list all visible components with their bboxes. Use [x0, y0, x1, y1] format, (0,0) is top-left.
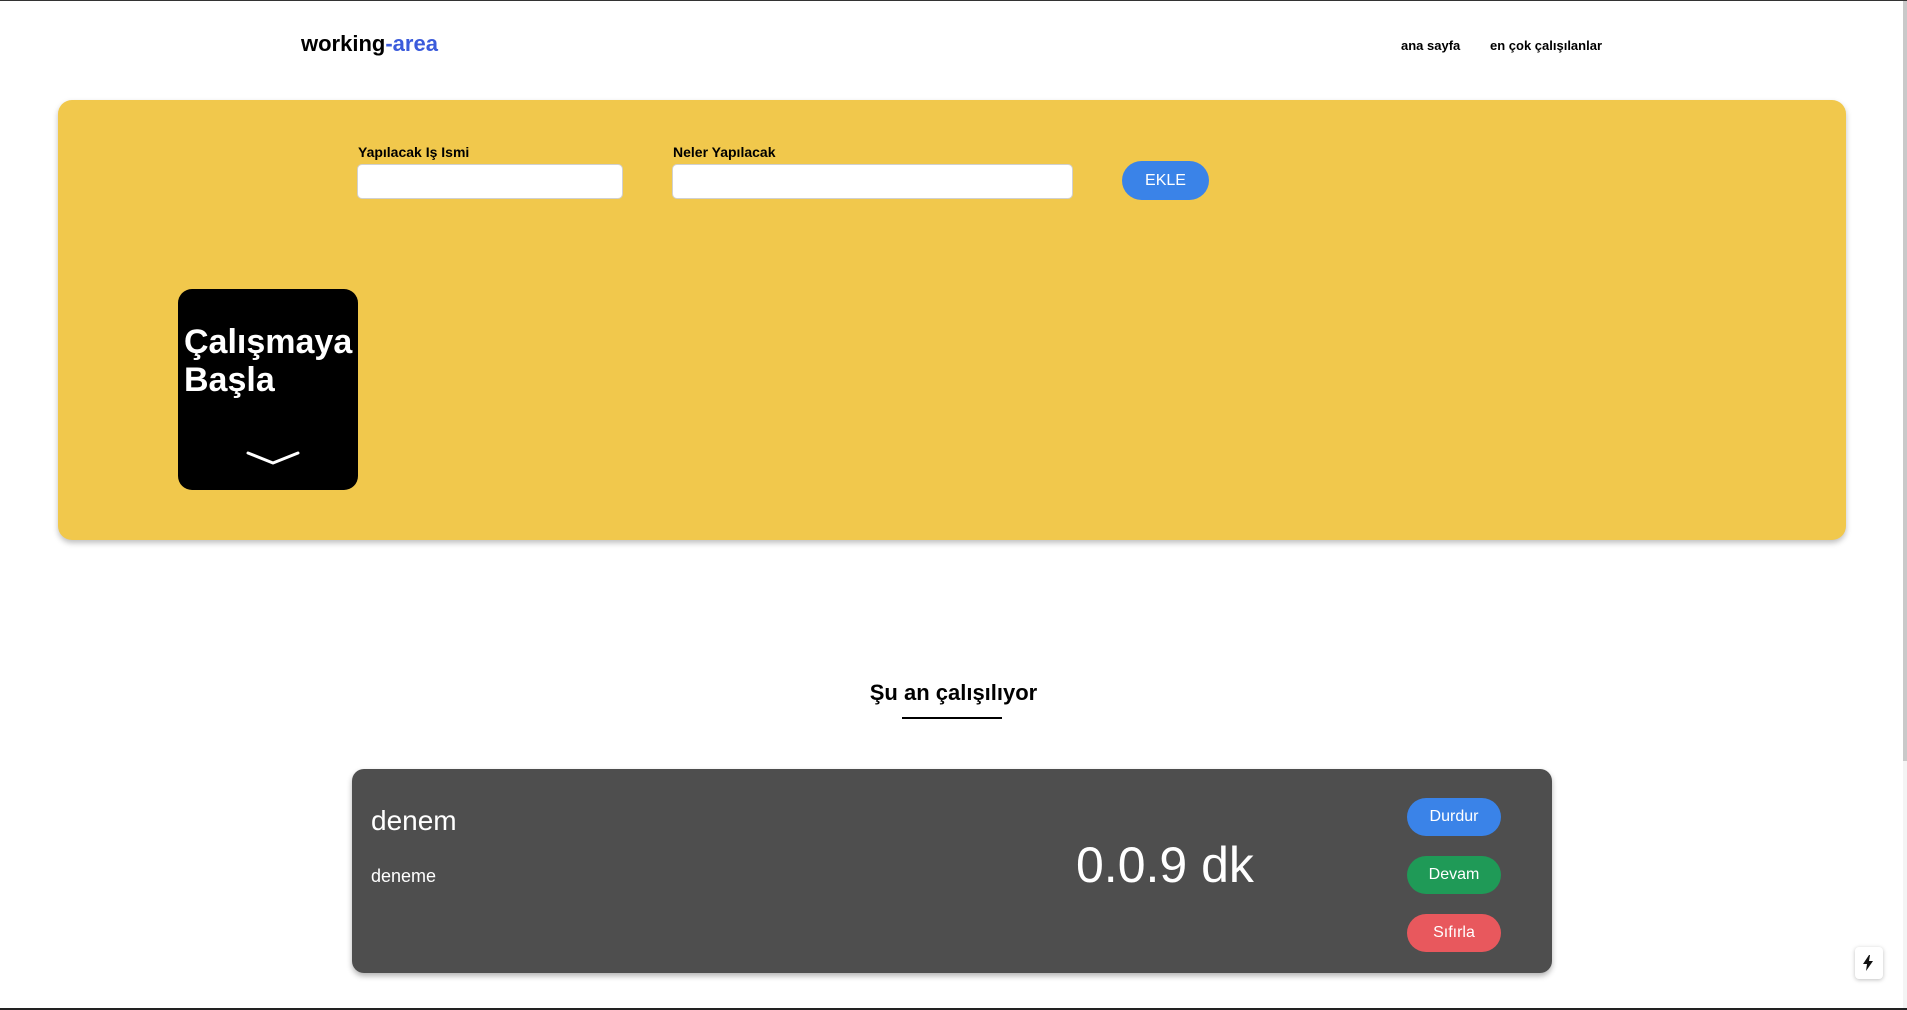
chevron-down-icon[interactable] — [246, 451, 300, 465]
job-name: denem — [371, 805, 457, 836]
heading-underline — [902, 717, 1002, 719]
navbar: working-area ana sayfa en çok çalışılanl… — [0, 1, 1907, 89]
task-name-label: Yapılacak Iş Ismi — [358, 144, 470, 160]
stop-button[interactable]: Durdur — [1407, 798, 1501, 836]
reset-button[interactable]: Sıfırla — [1407, 914, 1501, 952]
elapsed-time: 0.0.9 dk — [1076, 837, 1254, 893]
scrollbar-thumb[interactable] — [1903, 1, 1907, 761]
lightning-icon — [1863, 955, 1873, 971]
task-name-input[interactable] — [357, 164, 623, 199]
start-title-line1: Çalışmaya — [184, 323, 353, 361]
brand-logo[interactable]: working-area — [301, 31, 438, 57]
start-working-title: Çalışmaya Başla — [184, 323, 359, 399]
task-description-label: Neler Yapılacak — [673, 144, 776, 160]
job-description: deneme — [371, 866, 437, 886]
nav-link-home[interactable]: ana sayfa — [1401, 38, 1460, 53]
start-title-line2: Başla — [184, 361, 275, 399]
brand-text-main: working — [301, 31, 386, 56]
start-working-card[interactable]: Çalışmaya Başla — [178, 289, 358, 490]
resume-button[interactable]: Devam — [1407, 856, 1501, 894]
add-button[interactable]: EKLE — [1122, 161, 1209, 200]
nav-link-most-worked[interactable]: en çok çalışılanlar — [1490, 38, 1602, 53]
active-job-card: denem deneme 0.0.9 dk Durdur Devam Sıfır… — [352, 769, 1552, 973]
task-description-input[interactable] — [672, 164, 1073, 199]
brand-text-accent: -area — [385, 31, 438, 56]
section-heading: Şu an çalışılıyor — [869, 680, 1038, 705]
dev-tools-badge[interactable] — [1855, 947, 1883, 979]
